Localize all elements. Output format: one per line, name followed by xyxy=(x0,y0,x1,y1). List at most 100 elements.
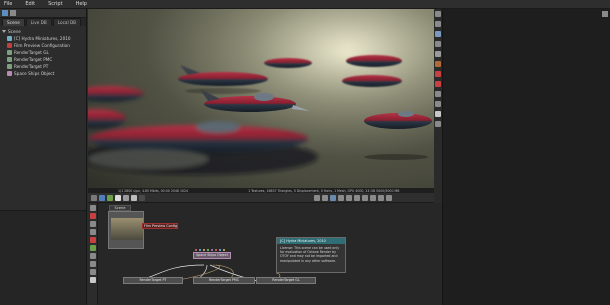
lock-icon[interactable] xyxy=(314,194,320,201)
region-render-icon[interactable] xyxy=(370,194,376,201)
render-target-icon xyxy=(7,57,12,62)
render-toolbar xyxy=(88,193,434,203)
tool-icon[interactable] xyxy=(435,111,441,117)
tool-icon[interactable] xyxy=(435,71,441,77)
reset-icon[interactable] xyxy=(99,194,105,201)
tree-item-label: Film Preview Configuration xyxy=(14,43,70,48)
focus-picker-icon[interactable] xyxy=(338,194,344,201)
lock-viewport-icon[interactable] xyxy=(386,194,392,201)
render-scene-stats: 1 Textures, 16857 Triangles, 0 Displacem… xyxy=(248,188,400,193)
menu-help[interactable]: Help xyxy=(76,1,87,7)
kernel-node-icon xyxy=(7,43,12,48)
input-pin[interactable] xyxy=(211,249,213,251)
tree-item-space-ships[interactable]: Space Ships Object xyxy=(0,70,86,77)
input-pin[interactable] xyxy=(207,249,209,251)
render-target-gl-node[interactable]: RenderTarget GL xyxy=(256,277,316,284)
info-comment-node[interactable]: [C] Hydra Miniatures, 2010 License: This… xyxy=(276,237,346,273)
tab-local-db[interactable]: Local DB xyxy=(52,18,82,26)
outliner-tabs: Scene Live DB Local DB xyxy=(0,18,86,26)
tool-icon[interactable] xyxy=(435,11,441,17)
tree-item-rendertarget-gl[interactable]: RenderTarget GL xyxy=(0,49,86,56)
node-tool-icon[interactable] xyxy=(90,237,96,243)
mesh-node-icon xyxy=(7,71,12,76)
render-target-icon xyxy=(7,64,12,69)
tree-item-rendertarget-pmc[interactable]: RenderTarget PMC xyxy=(0,56,86,63)
camera-icon[interactable] xyxy=(107,194,113,201)
tool-icon[interactable] xyxy=(435,91,441,97)
tool-icon[interactable] xyxy=(435,101,441,107)
pause-icon[interactable] xyxy=(131,194,137,201)
rendered-image xyxy=(88,9,434,188)
node-graph-editor: Scene Film Preview Configuration Space S… xyxy=(88,203,442,305)
stop-icon[interactable] xyxy=(115,194,121,201)
input-pin[interactable] xyxy=(223,249,225,251)
info-node-text: License: This scene can be used only for… xyxy=(280,246,340,263)
tool-icon[interactable] xyxy=(435,51,441,57)
node-graph-toolbar xyxy=(88,203,98,305)
scene-thumbnail xyxy=(111,218,143,240)
object-picker-icon[interactable] xyxy=(362,194,368,201)
node-graph-canvas[interactable]: Scene Film Preview Configuration Space S… xyxy=(98,203,442,305)
restart-icon[interactable] xyxy=(123,194,129,201)
tab-live-db[interactable]: Live DB xyxy=(25,18,52,26)
tool-icon[interactable] xyxy=(435,121,441,127)
node-tool-icon[interactable] xyxy=(90,205,96,211)
tree-item-film-config[interactable]: Film Preview Configuration xyxy=(0,42,86,49)
space-ships-object-node[interactable]: Space Ships Object xyxy=(193,252,231,259)
tool-icon[interactable] xyxy=(435,81,441,87)
tree-item-label: RenderTarget PMC xyxy=(14,57,53,62)
tree-item-rendertarget-pt[interactable]: RenderTarget PT xyxy=(0,63,86,70)
node-tool-icon[interactable] xyxy=(90,277,96,283)
node-tool-icon[interactable] xyxy=(90,261,96,267)
tree-item-info[interactable]: [C] Hydra Miniatures, 2010 xyxy=(0,35,86,42)
tool-icon[interactable] xyxy=(435,31,441,37)
render-side-toolbar xyxy=(434,9,442,203)
render-target-pmc-node[interactable]: RenderTarget PMC xyxy=(193,277,255,284)
outliner-toolbar xyxy=(0,9,86,18)
node-tool-icon[interactable] xyxy=(90,221,96,227)
input-pin[interactable] xyxy=(199,249,201,251)
scene-tree: Scene [C] Hydra Miniatures, 2010 Film Pr… xyxy=(0,26,86,226)
menu-bar: File Edit Script Help xyxy=(0,0,610,9)
input-pin[interactable] xyxy=(215,249,217,251)
node-tool-icon[interactable] xyxy=(90,253,96,259)
tree-item-label: [C] Hydra Miniatures, 2010 xyxy=(14,36,71,41)
white-balance-icon[interactable] xyxy=(346,194,352,201)
menu-script[interactable]: Script xyxy=(48,1,63,7)
render-target-icon xyxy=(7,50,12,55)
render-viewport[interactable] xyxy=(88,9,434,188)
expand-icon[interactable] xyxy=(10,10,16,16)
menu-edit[interactable]: Edit xyxy=(25,1,35,7)
input-pin[interactable] xyxy=(203,249,205,251)
node-connections xyxy=(125,264,281,284)
viewport-resolution-icon[interactable] xyxy=(378,194,384,201)
node-tool-icon[interactable] xyxy=(90,229,96,235)
node-tool-icon[interactable] xyxy=(90,269,96,275)
refresh-icon[interactable] xyxy=(2,10,8,16)
zoom-icon[interactable] xyxy=(322,194,328,201)
film-preview-config-node[interactable]: Film Preview Configuration xyxy=(142,223,178,229)
node-tool-icon[interactable] xyxy=(90,213,96,219)
pan-icon[interactable] xyxy=(330,194,336,201)
input-pin[interactable] xyxy=(219,249,221,251)
menu-file[interactable]: File xyxy=(4,1,12,7)
node-tool-icon[interactable] xyxy=(90,245,96,251)
tree-item-label: RenderTarget GL xyxy=(14,50,49,55)
scene-thumbnail-node[interactable] xyxy=(108,211,144,249)
recenter-icon[interactable] xyxy=(91,194,97,201)
info-node-icon xyxy=(7,36,12,41)
ship-far-2 xyxy=(264,58,312,68)
material-picker-icon[interactable] xyxy=(354,194,360,201)
render-target-pt-node[interactable]: RenderTarget PT xyxy=(123,277,183,284)
tool-icon[interactable] xyxy=(435,41,441,47)
input-pin[interactable] xyxy=(195,249,197,251)
tree-item-label: Scene xyxy=(8,29,21,34)
settings-icon[interactable] xyxy=(602,11,608,17)
inspector-toolbar xyxy=(602,11,608,17)
tool-icon[interactable] xyxy=(435,21,441,27)
tab-scene[interactable]: Scene xyxy=(2,18,25,26)
tree-item-scene[interactable]: Scene xyxy=(0,28,86,35)
tool-icon[interactable] xyxy=(435,61,441,67)
start-icon[interactable] xyxy=(139,194,145,201)
collapse-arrow-icon[interactable] xyxy=(2,30,6,33)
